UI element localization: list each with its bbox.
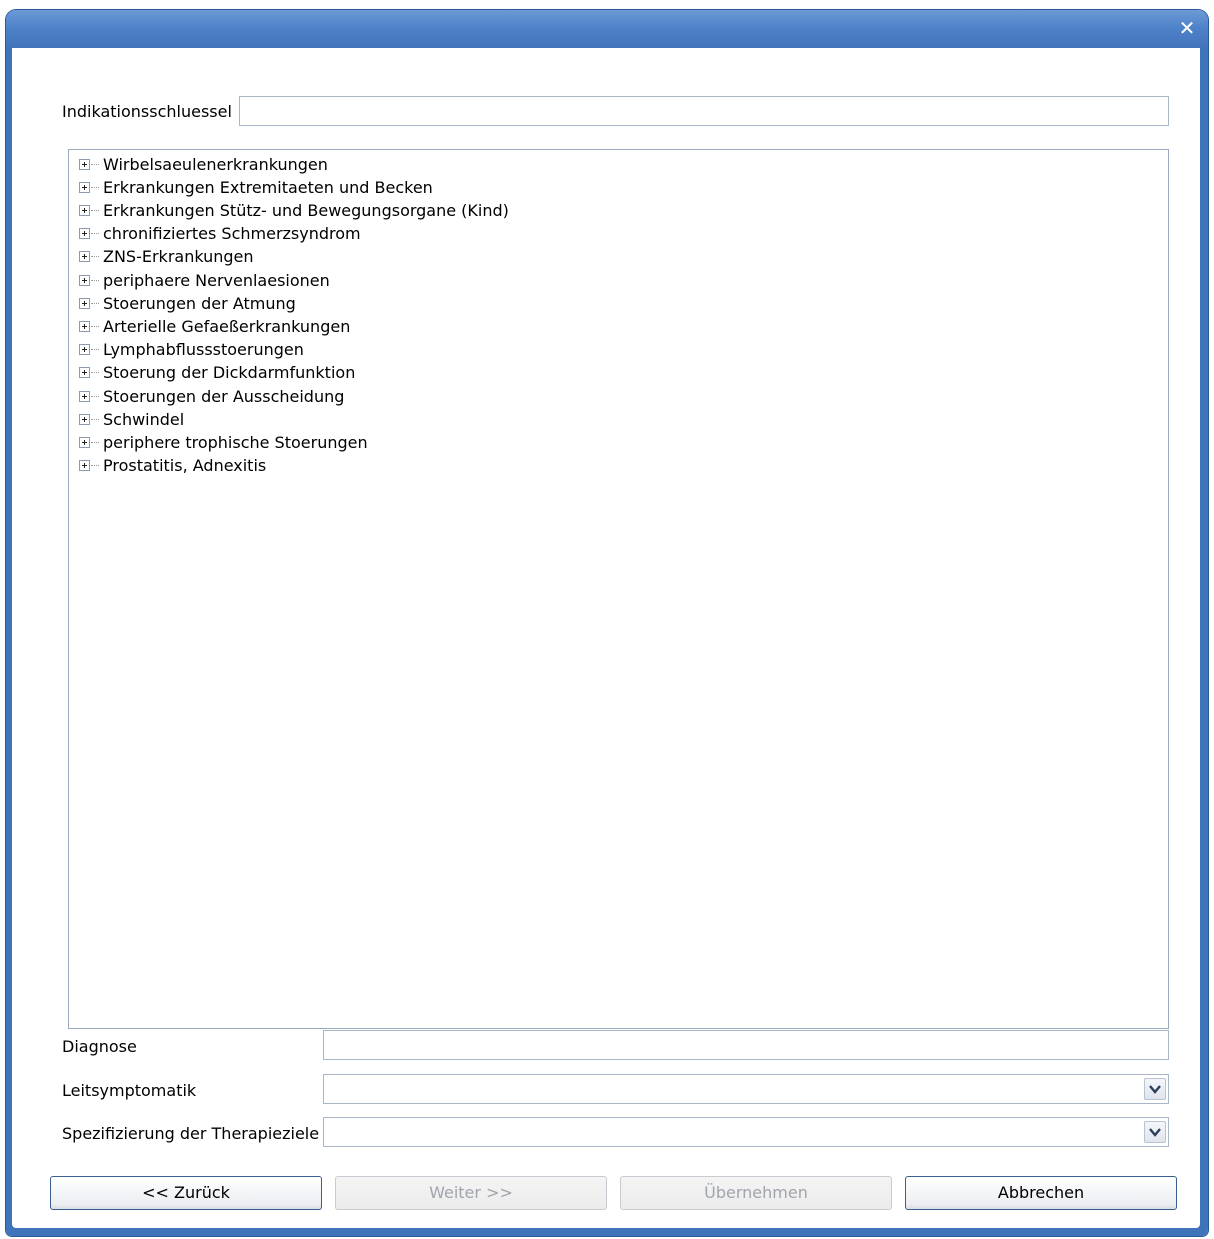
tree-item-label: ZNS-Erkrankungen — [103, 247, 254, 267]
tree-item-label: Wirbelsaeulenerkrankungen — [103, 154, 328, 174]
therapieziele-label: Spezifizierung der Therapieziele — [62, 1124, 320, 1143]
expand-plus-icon[interactable] — [79, 413, 90, 425]
indikationsschluessel-label: Indikationsschluessel — [62, 102, 232, 121]
next-button[interactable]: Weiter >> — [335, 1176, 607, 1210]
tree-item-label: Stoerungen der Atmung — [103, 293, 296, 313]
tree-connector — [91, 233, 99, 235]
tree-connector — [91, 163, 99, 165]
tree-item-label: Stoerung der Dickdarmfunktion — [103, 363, 356, 383]
tree-item[interactable]: Prostatitis, Adnexitis — [79, 455, 266, 477]
indication-tree[interactable]: Wirbelsaeulenerkrankungen Erkrankungen Ex… — [68, 149, 1169, 1029]
tree-connector — [91, 349, 99, 351]
tree-connector — [91, 465, 99, 467]
title-bar: ✕ — [6, 10, 1208, 48]
expand-plus-icon[interactable] — [79, 204, 90, 216]
tree-connector — [91, 441, 99, 443]
tree-connector — [91, 325, 99, 327]
expand-plus-icon[interactable] — [79, 274, 90, 286]
tree-connector — [91, 209, 99, 211]
apply-button[interactable]: Übernehmen — [620, 1176, 892, 1210]
tree-item[interactable]: Wirbelsaeulenerkrankungen — [79, 153, 328, 175]
tree-item[interactable]: ZNS-Erkrankungen — [79, 246, 254, 268]
tree-connector — [91, 372, 99, 374]
tree-item-label: Prostatitis, Adnexitis — [103, 456, 267, 476]
tree-item[interactable]: Arterielle Gefaeßerkrankungen — [79, 315, 350, 337]
back-button[interactable]: << Zurück — [50, 1176, 322, 1210]
leitsymptomatik-dropdown[interactable] — [323, 1074, 1169, 1104]
tree-item-label: chronifiziertes Schmerzsyndrom — [103, 224, 361, 244]
expand-plus-icon[interactable] — [79, 297, 90, 309]
dialog-window: ✕ Indikationsschluessel Wirbelsaeulenerk… — [6, 10, 1208, 1236]
chevron-down-icon[interactable] — [1144, 1078, 1166, 1100]
tree-item[interactable]: Stoerungen der Atmung — [79, 292, 296, 314]
expand-plus-icon[interactable] — [79, 251, 90, 263]
expand-plus-icon[interactable] — [79, 320, 90, 332]
expand-plus-icon[interactable] — [79, 181, 90, 193]
tree-connector — [91, 418, 99, 420]
diagnose-field[interactable] — [323, 1030, 1169, 1060]
tree-item[interactable]: periphaere Nervenlaesionen — [79, 269, 330, 291]
tree-item[interactable]: periphere trophische Stoerungen — [79, 431, 368, 453]
tree-item[interactable]: chronifiziertes Schmerzsyndrom — [79, 223, 361, 245]
diagnose-label: Diagnose — [62, 1037, 137, 1056]
tree-item-label: Erkrankungen Stütz- und Bewegungsorgane … — [103, 200, 509, 220]
dialog-client-area: Indikationsschluessel Wirbelsaeulenerkra… — [12, 48, 1200, 1228]
leitsymptomatik-label: Leitsymptomatik — [62, 1081, 197, 1100]
tree-connector — [91, 186, 99, 188]
chevron-down-icon[interactable] — [1144, 1121, 1166, 1143]
expand-plus-icon[interactable] — [79, 228, 90, 240]
expand-plus-icon[interactable] — [79, 390, 90, 402]
tree-item-label: Lymphabflussstoerungen — [103, 340, 304, 360]
indikationsschluessel-field[interactable] — [239, 96, 1169, 126]
tree-item[interactable]: Schwindel — [79, 408, 184, 430]
tree-item[interactable]: Stoerung der Dickdarmfunktion — [79, 362, 355, 384]
tree-item-label: periphere trophische Stoerungen — [103, 432, 368, 452]
tree-connector — [91, 395, 99, 397]
expand-plus-icon[interactable] — [79, 344, 90, 356]
expand-plus-icon[interactable] — [79, 367, 90, 379]
tree-connector — [91, 256, 99, 258]
close-icon[interactable]: ✕ — [1174, 15, 1200, 41]
tree-item[interactable]: Erkrankungen Stütz- und Bewegungsorgane … — [79, 199, 509, 221]
therapieziele-dropdown[interactable] — [323, 1117, 1169, 1147]
tree-item-label: Schwindel — [103, 409, 185, 429]
expand-plus-icon[interactable] — [79, 460, 90, 472]
tree-item-label: Stoerungen der Ausscheidung — [103, 386, 345, 406]
tree-connector — [91, 279, 99, 281]
expand-plus-icon[interactable] — [79, 158, 90, 170]
tree-item[interactable]: Erkrankungen Extremitaeten und Becken — [79, 176, 433, 198]
tree-item[interactable]: Lymphabflussstoerungen — [79, 339, 304, 361]
tree-item-label: Arterielle Gefaeßerkrankungen — [103, 316, 351, 336]
tree-item-label: Erkrankungen Extremitaeten und Becken — [103, 177, 433, 197]
tree-item-label: periphaere Nervenlaesionen — [103, 270, 330, 290]
tree-connector — [91, 302, 99, 304]
expand-plus-icon[interactable] — [79, 436, 90, 448]
cancel-button[interactable]: Abbrechen — [905, 1176, 1177, 1210]
tree-item[interactable]: Stoerungen der Ausscheidung — [79, 385, 344, 407]
